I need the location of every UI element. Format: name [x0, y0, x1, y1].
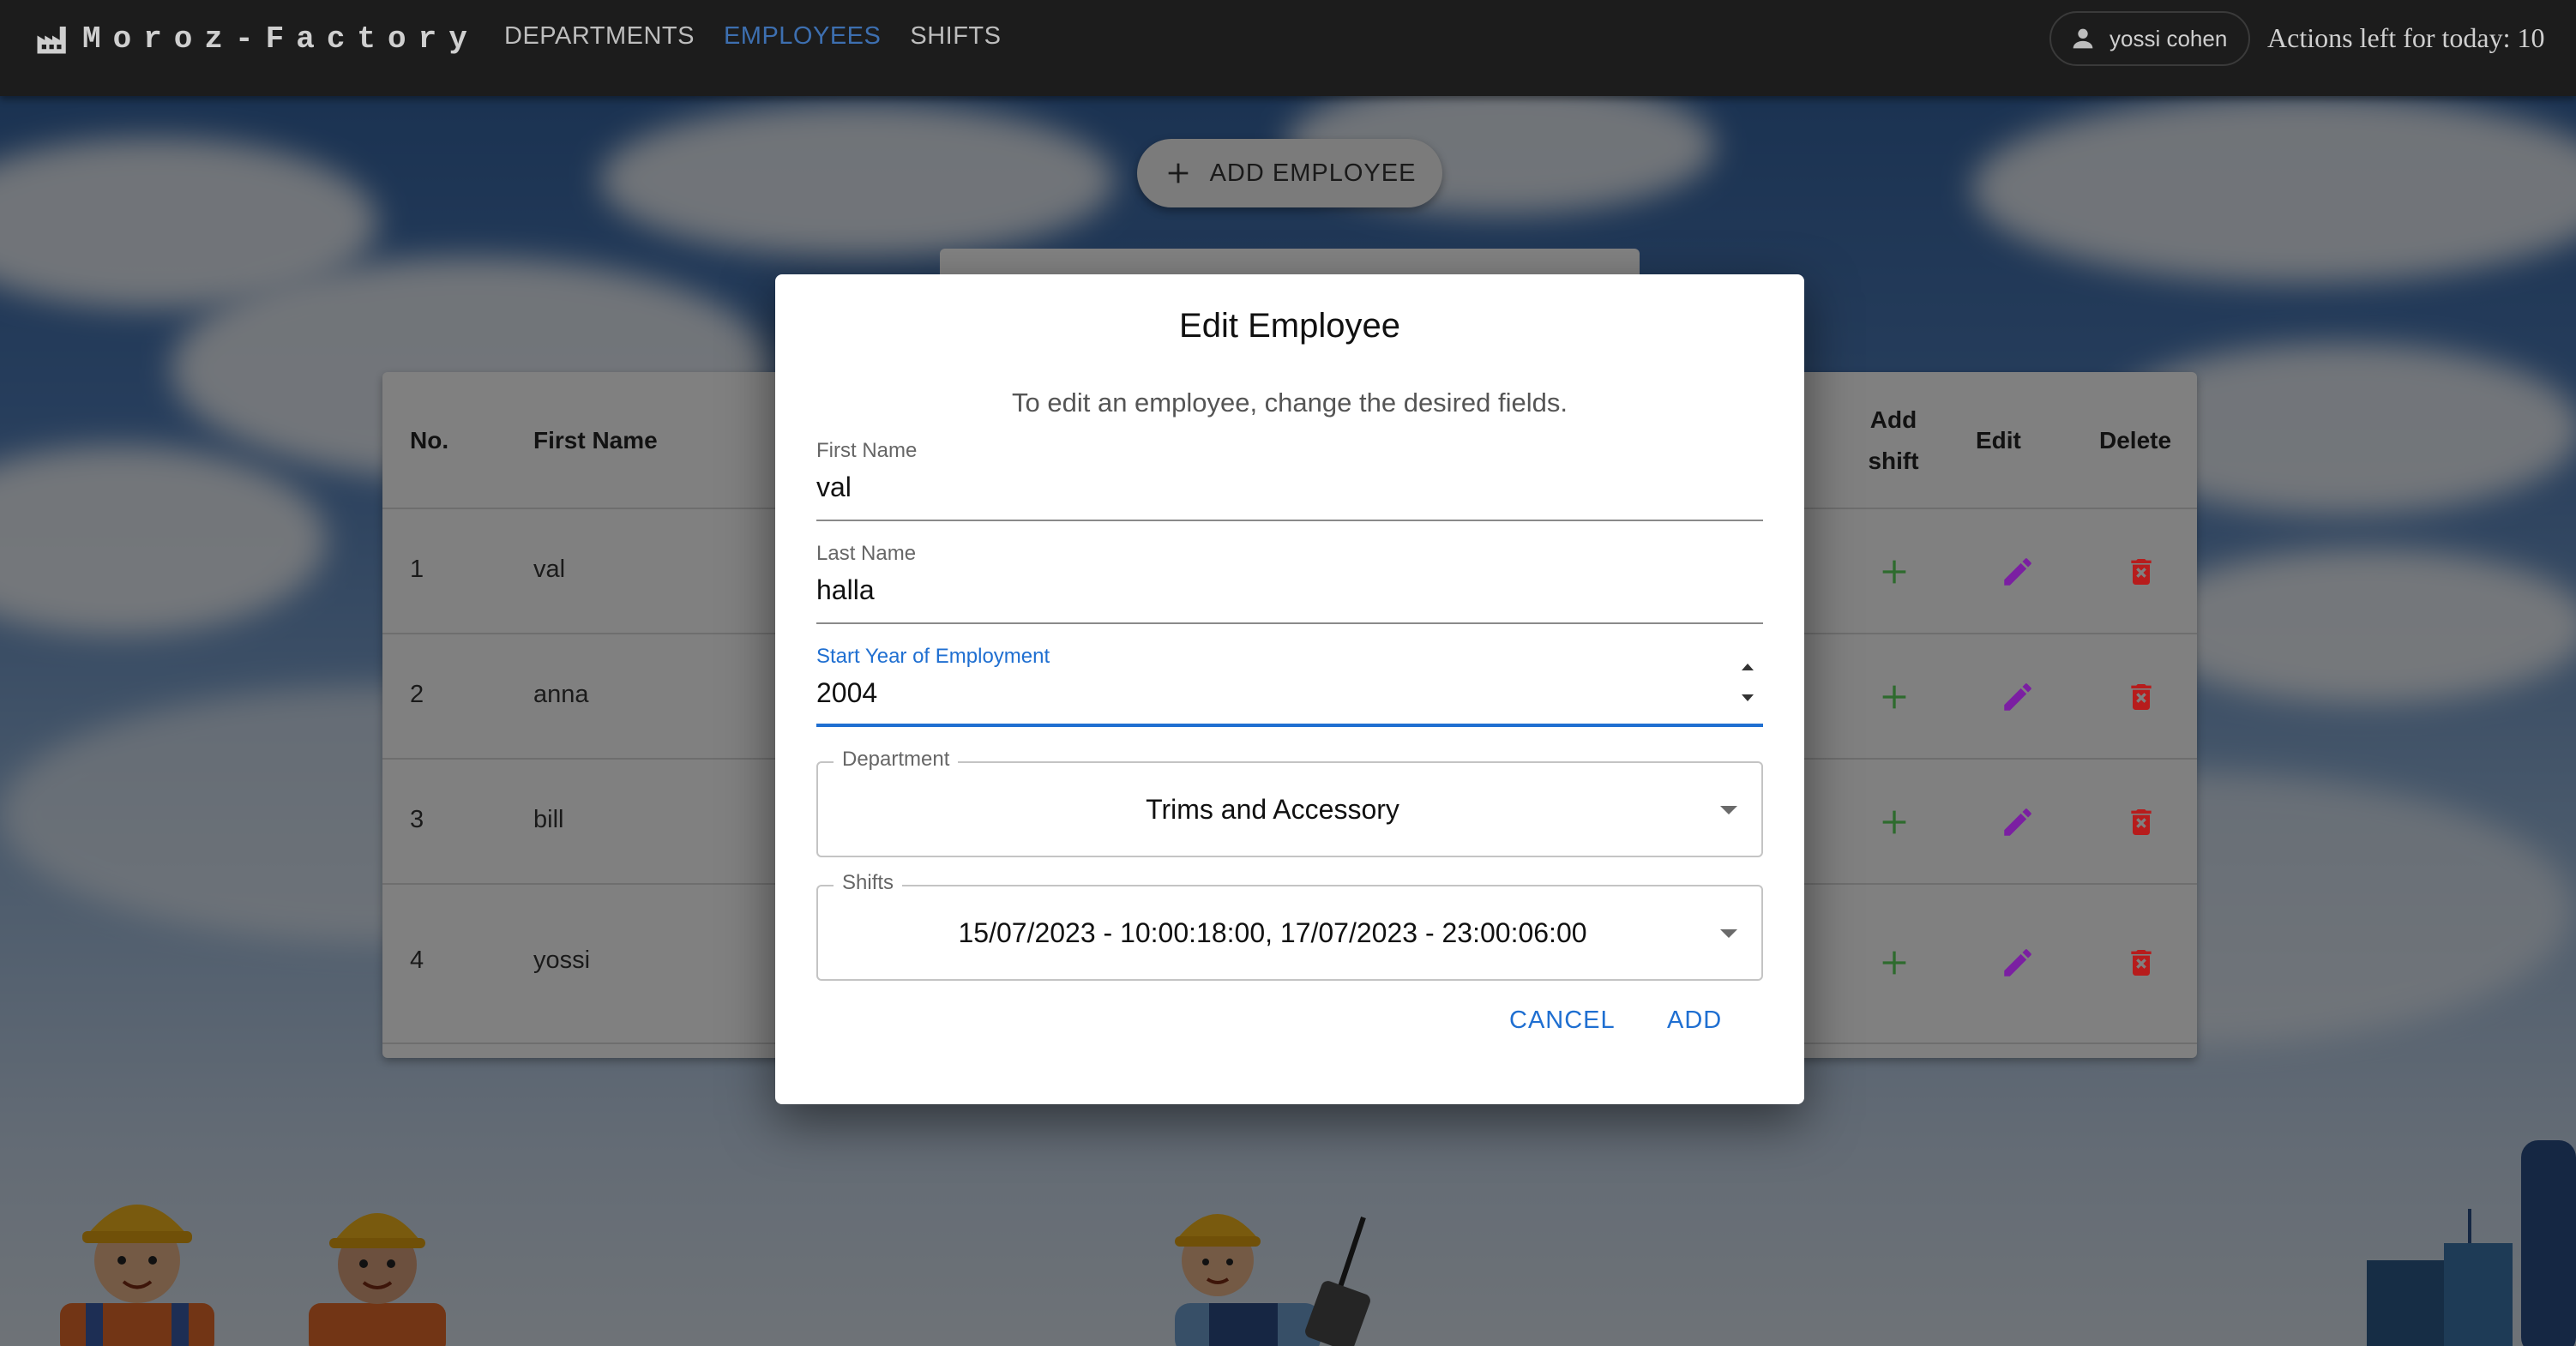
main-nav: DEPARTMENTS EMPLOYEES SHIFTS [504, 22, 1001, 51]
add-employee-button[interactable]: ADD EMPLOYEE [1137, 139, 1442, 207]
plus-icon [1168, 163, 1188, 183]
pencil-icon [2004, 949, 2031, 976]
plus-icon [1882, 560, 1906, 584]
trash-icon [2131, 950, 2152, 976]
last-name-underline [816, 622, 1763, 624]
header-no: No. [410, 427, 449, 454]
last-name-label: Last Name [816, 542, 917, 565]
edit-button[interactable] [1996, 801, 2039, 844]
delete-button[interactable] [2120, 550, 2163, 593]
dialog-subtitle: To edit an employee, change the desired … [1012, 388, 1568, 418]
cell-first-name: bill [533, 806, 564, 833]
delete-button[interactable] [2120, 801, 2163, 844]
factory-icon [37, 27, 66, 54]
caret-down-icon [1720, 806, 1737, 814]
person-icon [2073, 28, 2093, 49]
add-shift-button[interactable] [1873, 941, 1916, 984]
shifts-value: 15/07/2023 - 10:00:18:00, 17/07/2023 - 2… [958, 916, 1587, 948]
header-edit: Edit [1976, 427, 2021, 454]
app-logo[interactable]: Moroz-Factory [34, 21, 479, 57]
plus-icon [1882, 810, 1906, 834]
nav-shifts[interactable]: SHIFTS [910, 22, 1001, 51]
cell-first-name: yossi [533, 946, 591, 974]
start-year-underline [816, 724, 1763, 727]
cell-no: 1 [410, 556, 424, 583]
cell-first-name: val [533, 556, 566, 583]
nav-employees[interactable]: EMPLOYEES [724, 22, 881, 51]
first-name-input[interactable]: val [816, 472, 1763, 503]
app-name: Moroz-Factory [82, 21, 479, 57]
cell-first-name: anna [533, 681, 589, 708]
department-select[interactable]: Department Trims and Accessory [816, 748, 1763, 857]
edit-employee-dialog: Edit Employee To edit an employee, chang… [775, 274, 1804, 1104]
top-navbar: Moroz-Factory DEPARTMENTS EMPLOYEES SHIF… [0, 0, 2576, 96]
header-first-name: First Name [533, 427, 658, 454]
add-shift-button[interactable] [1873, 801, 1916, 844]
spin-down-icon[interactable] [1742, 694, 1754, 701]
actions-left-counter: Actions left for today: 10 [2267, 22, 2545, 53]
edit-button[interactable] [1996, 676, 2039, 718]
cell-no: 3 [410, 806, 424, 833]
plus-icon [1882, 951, 1906, 975]
number-spinner[interactable] [1736, 664, 1760, 701]
last-name-input[interactable]: halla [816, 574, 1763, 606]
trash-icon [2131, 559, 2152, 585]
department-value: Trims and Accessory [1146, 793, 1399, 825]
caret-down-icon [1720, 929, 1737, 938]
last-name-field[interactable]: Last Name halla [816, 542, 1763, 624]
first-name-field[interactable]: First Name val [816, 439, 1763, 521]
delete-button[interactable] [2120, 676, 2163, 718]
pencil-icon [2004, 808, 2031, 836]
cell-no: 2 [410, 681, 424, 708]
start-year-label: Start Year of Employment [816, 645, 1050, 668]
add-shift-button[interactable] [1873, 676, 1916, 718]
pencil-icon [2004, 558, 2031, 586]
start-year-input[interactable]: 2004 [816, 677, 1763, 709]
header-delete: Delete [2099, 427, 2172, 454]
add-shift-button[interactable] [1873, 550, 1916, 593]
user-chip[interactable]: yossi cohen [2049, 11, 2250, 66]
first-name-underline [816, 520, 1763, 521]
plus-icon [1882, 685, 1906, 709]
user-name: yossi cohen [2110, 25, 2228, 51]
edit-button[interactable] [1996, 550, 2039, 593]
edit-button[interactable] [1996, 941, 2039, 984]
delete-button[interactable] [2120, 941, 2163, 984]
add-button[interactable]: ADD [1667, 1006, 1722, 1035]
pencil-icon [2004, 683, 2031, 711]
first-name-label: First Name [816, 439, 918, 462]
shifts-select[interactable]: Shifts 15/07/2023 - 10:00:18:00, 17/07/2… [816, 871, 1763, 981]
nav-departments[interactable]: DEPARTMENTS [504, 22, 695, 51]
cancel-button[interactable]: CANCEL [1509, 1006, 1616, 1035]
dialog-title: Edit Employee [1179, 307, 1400, 345]
trash-icon [2131, 809, 2152, 835]
add-employee-label: ADD EMPLOYEE [1209, 159, 1417, 187]
spin-up-icon[interactable] [1742, 664, 1754, 670]
header-add-shift: Add shift [1868, 406, 1919, 474]
cell-no: 4 [410, 946, 424, 974]
trash-icon [2131, 684, 2152, 710]
start-year-field[interactable]: Start Year of Employment 2004 [816, 645, 1763, 727]
